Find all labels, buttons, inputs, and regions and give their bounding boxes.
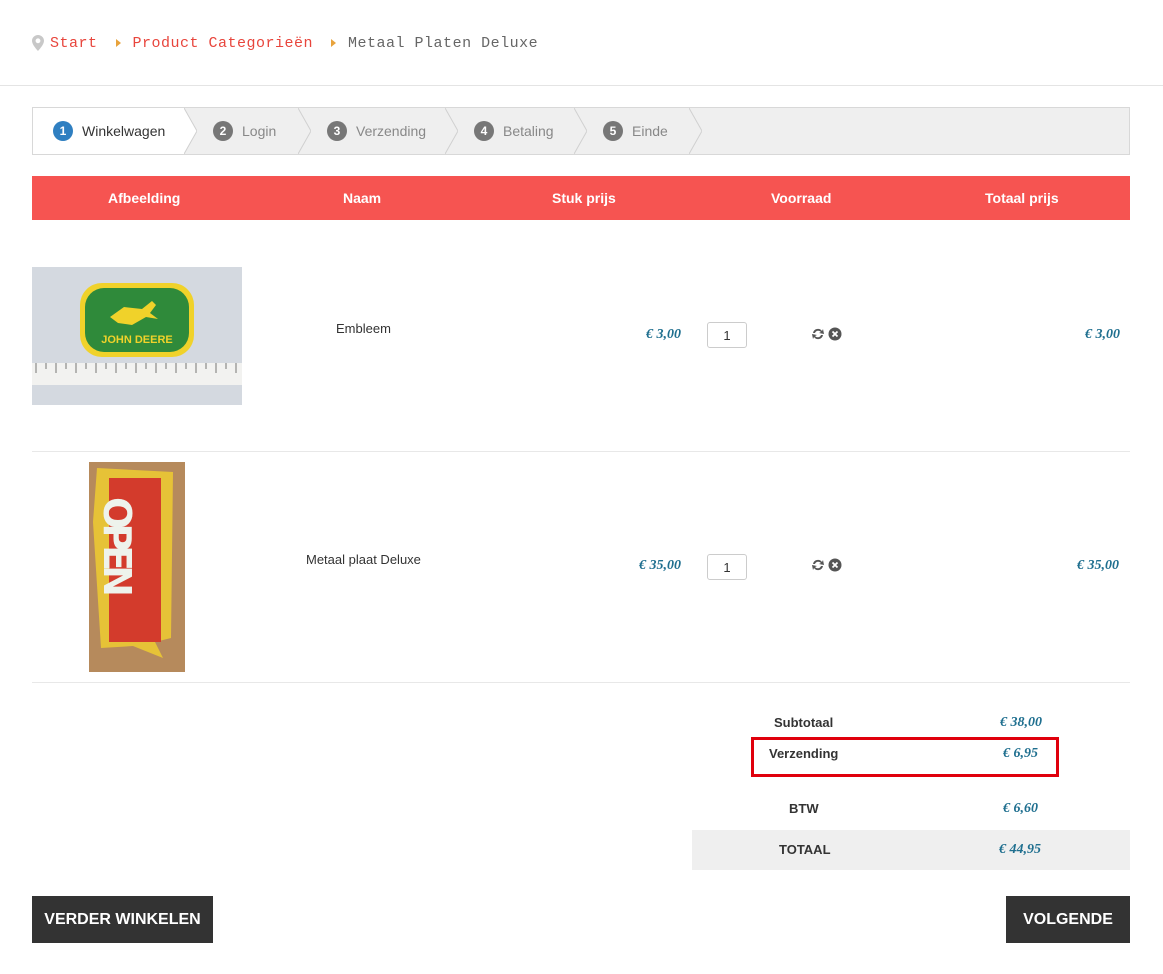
subtotal-value: € 38,00 <box>1000 715 1042 730</box>
product-image-open-sign[interactable]: OPEN <box>89 462 185 672</box>
step-label: Betaling <box>503 123 554 139</box>
step-number: 5 <box>603 121 623 141</box>
header-image: Afbeelding <box>108 190 181 206</box>
row-divider <box>32 682 1130 683</box>
header-name: Naam <box>343 190 382 206</box>
breadcrumb-categories-link[interactable]: Product Categorieën <box>133 35 314 52</box>
quantity-input[interactable] <box>707 322 747 348</box>
breadcrumb: Start Product Categorieën Metaal Platen … <box>32 32 538 54</box>
breadcrumb-separator-icon <box>115 39 121 47</box>
step-arrow-icon <box>689 108 702 154</box>
shipping-label: Verzending <box>769 746 839 761</box>
step-cart[interactable]: 1 Winkelwagen <box>33 108 197 154</box>
row-total-price: € 3,00 <box>1085 327 1120 342</box>
remove-icon[interactable] <box>828 327 842 341</box>
checkout-steps: 1 Winkelwagen 2 Login 3 Verzending 4 Bet… <box>32 107 1130 155</box>
step-shipping[interactable]: 3 Verzending <box>298 108 458 154</box>
step-end[interactable]: 5 Einde <box>574 108 702 154</box>
step-payment[interactable]: 4 Betaling <box>445 108 587 154</box>
unit-price: € 35,00 <box>639 558 681 573</box>
step-arrow-icon <box>184 108 197 154</box>
unit-price: € 3,00 <box>646 327 681 342</box>
step-label: Einde <box>632 123 668 139</box>
product-image-emblem[interactable]: JOHN DEERE <box>32 267 242 405</box>
continue-shopping-button[interactable]: VERDER WINKELEN <box>32 896 213 943</box>
product-name[interactable]: Embleem <box>336 321 391 336</box>
step-number: 1 <box>53 121 73 141</box>
cart-table-header: Afbeelding Naam Stuk prijs Voorraad Tota… <box>32 176 1130 220</box>
open-sign-text: OPEN <box>95 497 139 594</box>
emblem-logo-text: JOHN DEERE <box>101 334 173 346</box>
total-label: TOTAAL <box>779 842 831 857</box>
tax-label: BTW <box>789 801 819 816</box>
header-unit-price: Stuk prijs <box>552 190 616 206</box>
step-arrow-icon <box>298 108 311 154</box>
header-divider <box>0 85 1163 86</box>
step-label: Login <box>242 123 277 139</box>
header-stock: Voorraad <box>771 190 832 206</box>
header-total-price: Totaal prijs <box>985 190 1059 206</box>
total-row-background <box>692 830 1130 870</box>
step-arrow-icon <box>574 108 587 154</box>
subtotal-label: Subtotaal <box>774 715 834 730</box>
next-button[interactable]: VOLGENDE <box>1006 896 1130 943</box>
breadcrumb-start-link[interactable]: Start <box>50 35 98 52</box>
location-pin-icon <box>32 35 44 51</box>
step-arrow-icon <box>445 108 458 154</box>
step-label: Verzending <box>356 123 427 139</box>
step-login[interactable]: 2 Login <box>184 108 311 154</box>
breadcrumb-current: Metaal Platen Deluxe <box>348 34 539 52</box>
shipping-value: € 6,95 <box>1003 746 1038 761</box>
refresh-icon[interactable] <box>811 558 825 572</box>
breadcrumb-separator-icon <box>331 39 337 47</box>
tax-value: € 6,60 <box>1003 801 1038 816</box>
quantity-input[interactable] <box>707 554 747 580</box>
step-number: 3 <box>327 121 347 141</box>
product-name[interactable]: Metaal plaat Deluxe <box>306 552 421 567</box>
remove-icon[interactable] <box>828 558 842 572</box>
row-total-price: € 35,00 <box>1077 558 1119 573</box>
step-label: Winkelwagen <box>82 123 166 139</box>
step-number: 4 <box>474 121 494 141</box>
refresh-icon[interactable] <box>811 327 825 341</box>
row-divider <box>32 451 1130 452</box>
step-number: 2 <box>213 121 233 141</box>
total-value: € 44,95 <box>999 842 1041 857</box>
